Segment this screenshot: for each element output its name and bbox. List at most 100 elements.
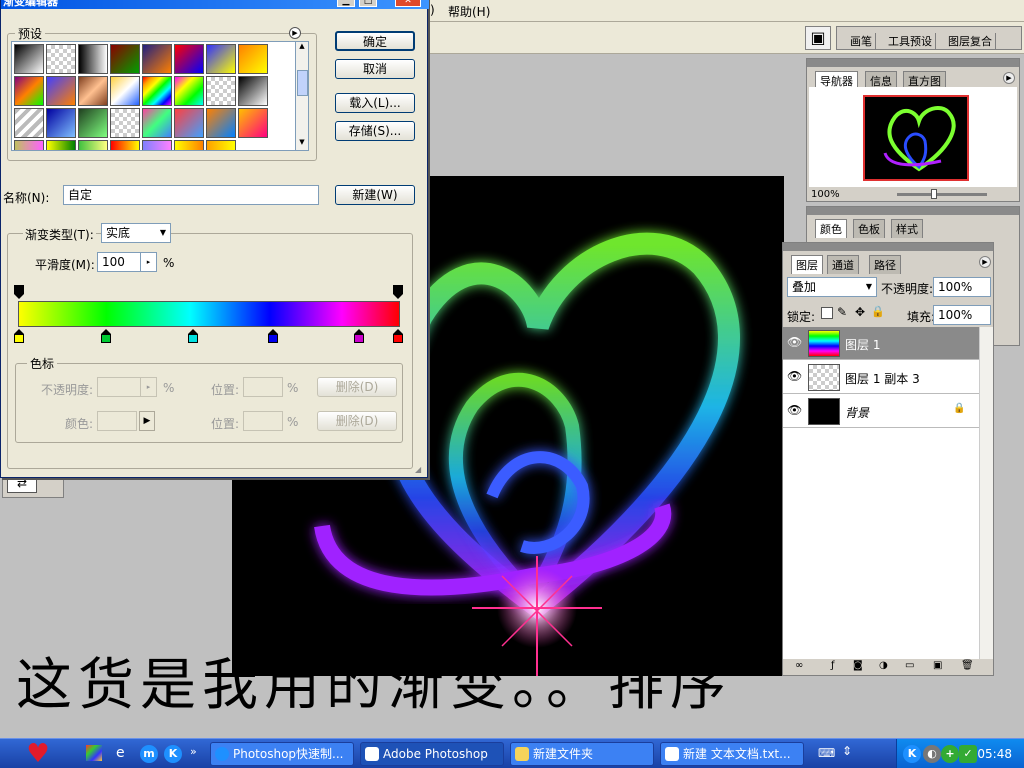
ok-button[interactable]: 确定	[335, 31, 415, 51]
preset-swatch[interactable]	[78, 44, 108, 74]
scroll-thumb[interactable]	[297, 70, 308, 96]
visibility-eye-icon[interactable]: 👁	[787, 403, 805, 419]
fill-field[interactable]: 100%	[933, 305, 991, 325]
preset-grid[interactable]	[11, 41, 296, 151]
preset-swatch[interactable]	[46, 44, 76, 74]
preset-swatch[interactable]	[14, 44, 44, 74]
blend-mode-select[interactable]: 叠加 ▼	[787, 277, 877, 297]
color-stop[interactable]	[393, 329, 403, 343]
delete-layer-icon[interactable]: 🗑	[961, 660, 974, 671]
quicklaunch-more-icon[interactable]: »	[190, 745, 197, 758]
opacity-stop-right[interactable]	[393, 285, 403, 299]
gradient-preview-bar[interactable]	[18, 301, 400, 327]
preset-swatch[interactable]	[174, 44, 204, 74]
name-field[interactable]: 自定	[63, 185, 319, 205]
preset-swatch[interactable]	[238, 76, 268, 106]
cancel-button[interactable]: 取消	[335, 59, 415, 79]
preset-swatch[interactable]	[174, 108, 204, 138]
lock-position-icon[interactable]: ✥	[855, 305, 865, 319]
color-stop[interactable]	[14, 329, 24, 343]
tab-brushes[interactable]: 画笔	[847, 33, 876, 49]
tab-color[interactable]: 颜色	[815, 219, 847, 238]
new-button[interactable]: 新建(W)	[335, 185, 415, 205]
tab-layer-comps[interactable]: 图层复合	[945, 33, 996, 49]
taskbar-item[interactable]: Adobe Photoshop	[360, 742, 504, 766]
tab-swatches[interactable]: 色板	[853, 219, 885, 238]
preset-swatch[interactable]	[110, 76, 140, 106]
preset-swatch[interactable]	[78, 140, 108, 150]
tray-k-icon[interactable]: K	[903, 745, 921, 763]
color-stop[interactable]	[354, 329, 364, 343]
preset-swatch[interactable]	[46, 108, 76, 138]
preset-swatch[interactable]	[174, 76, 204, 106]
preset-swatch[interactable]	[238, 108, 268, 138]
lock-pixels-icon[interactable]: ✎	[837, 305, 847, 319]
tab-paths[interactable]: 路径	[869, 255, 901, 274]
visibility-eye-icon[interactable]: 👁	[787, 335, 805, 351]
stepper-arrow-icon[interactable]: ▸	[140, 253, 156, 271]
presets-menu-icon[interactable]: ▶	[289, 27, 301, 39]
preset-swatch[interactable]	[142, 140, 172, 150]
new-layer-icon[interactable]: ▣	[933, 660, 942, 671]
app-k-icon[interactable]: K	[164, 745, 182, 763]
resize-grip-icon[interactable]: ◢	[415, 465, 425, 475]
link-layers-icon[interactable]: ∞	[795, 660, 803, 671]
tray-plus-icon[interactable]: +	[941, 745, 959, 763]
visibility-eye-icon[interactable]: 👁	[787, 369, 805, 385]
layer-row[interactable]: 👁 图层 1 副本 3	[783, 361, 990, 394]
preset-swatch[interactable]	[110, 108, 140, 138]
preset-swatch[interactable]	[142, 76, 172, 106]
preset-swatch[interactable]	[14, 76, 44, 106]
preset-swatch[interactable]	[206, 108, 236, 138]
color-stop[interactable]	[268, 329, 278, 343]
new-group-icon[interactable]: ▭	[905, 660, 914, 671]
smoothness-field[interactable]: 100 ▸	[97, 252, 157, 272]
panel-menu-icon[interactable]: ▶	[1003, 72, 1015, 84]
menu-item-help[interactable]: 帮助(H)	[448, 3, 490, 20]
dialog-titlebar[interactable]: 渐变编辑器 ▁ □ ✕	[1, 0, 429, 9]
close-icon[interactable]: ✕	[395, 0, 421, 7]
preset-swatch[interactable]	[78, 108, 108, 138]
preset-swatch[interactable]	[46, 140, 76, 150]
zoom-value[interactable]: 100%	[811, 189, 840, 200]
zoom-slider[interactable]	[897, 193, 987, 196]
preset-swatch[interactable]	[174, 140, 204, 150]
preset-swatch[interactable]	[206, 76, 236, 106]
taskbar-item[interactable]: 新建文件夹	[510, 742, 654, 766]
taskbar-item[interactable]: Photoshop快速制...	[210, 742, 354, 766]
preset-swatch[interactable]	[238, 44, 268, 74]
taskbar-item[interactable]: 新建 文本文档.txt...	[660, 742, 804, 766]
layer-row[interactable]: 👁 图层 1	[783, 327, 990, 360]
palette-well-icon[interactable]: ▣	[805, 26, 831, 50]
tray-shield-icon[interactable]: ✓	[959, 745, 977, 763]
preset-scrollbar[interactable]: ▲ ▼	[295, 41, 309, 151]
lock-all-icon[interactable]: 🔒	[871, 305, 885, 318]
opacity-stop-left[interactable]	[14, 285, 24, 299]
keyboard-icon[interactable]: ⌨	[818, 746, 835, 760]
layer-opacity-field[interactable]: 100%	[933, 277, 991, 297]
layer-style-icon[interactable]: ƒ	[831, 660, 835, 671]
tab-channels[interactable]: 通道	[827, 255, 859, 274]
preset-swatch[interactable]	[142, 44, 172, 74]
scroll-up-icon[interactable]: ▲	[296, 42, 308, 54]
menu-item-partial[interactable]: )	[430, 3, 435, 17]
ie-icon[interactable]: e	[116, 745, 125, 761]
preset-swatch[interactable]	[78, 76, 108, 106]
layers-scrollbar[interactable]	[979, 327, 993, 659]
tab-tool-presets[interactable]: 工具预设	[885, 33, 936, 49]
preset-swatch[interactable]	[206, 140, 236, 150]
navigator-view-box[interactable]	[863, 95, 969, 181]
minimize-icon[interactable]: ▁	[337, 0, 355, 7]
scroll-down-icon[interactable]: ▼	[296, 138, 308, 150]
zoom-slider-thumb[interactable]	[931, 189, 937, 199]
layer-mask-icon[interactable]: ◙	[853, 660, 863, 671]
app-m-icon[interactable]: m	[140, 745, 158, 763]
color-stop[interactable]	[188, 329, 198, 343]
layer-row[interactable]: 👁 背景 🔒	[783, 395, 990, 428]
save-button[interactable]: 存储(S)...	[335, 121, 415, 141]
preset-swatch[interactable]	[110, 44, 140, 74]
tab-layers[interactable]: 图层	[791, 255, 823, 274]
lock-transparency-icon[interactable]	[821, 307, 833, 319]
load-button[interactable]: 载入(L)...	[335, 93, 415, 113]
quicklaunch-icon[interactable]	[86, 745, 102, 761]
